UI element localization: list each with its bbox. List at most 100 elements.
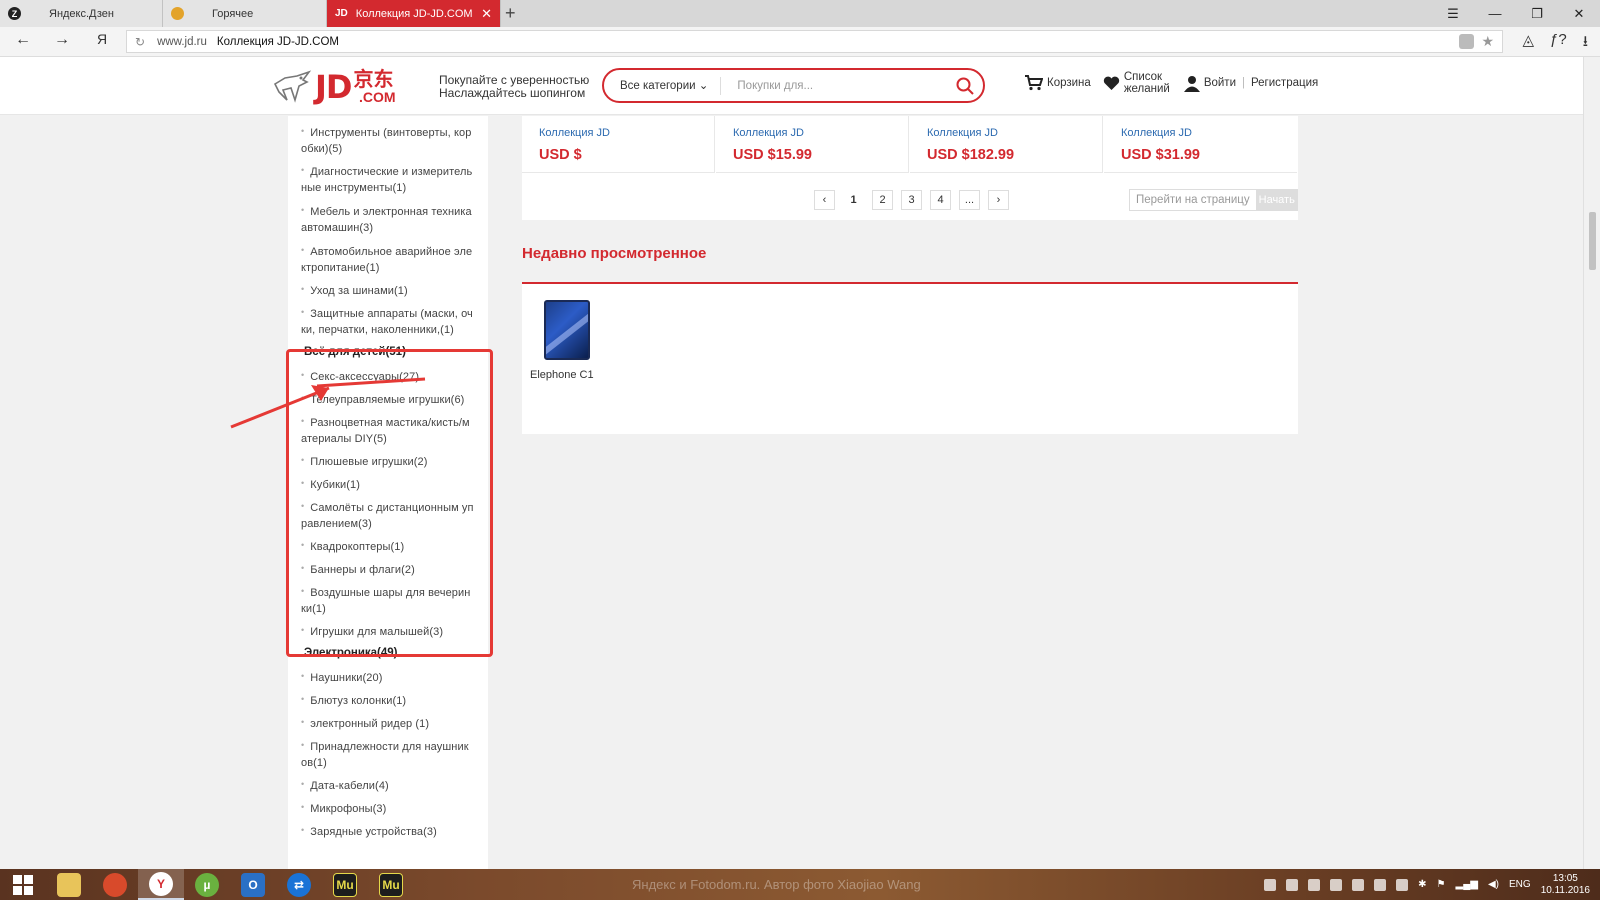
sidebar-item-electronics[interactable]: • Дата-кабели(4): [301, 778, 481, 794]
sidebar-item-electronics[interactable]: • Микрофоны(3): [301, 801, 481, 817]
tab-jd-collection[interactable]: JD Коллекция JD-JD.COM ✕: [327, 0, 501, 27]
sidebar-item-kids[interactable]: • Игрушки для малышей(3): [301, 624, 481, 640]
minimize-icon[interactable]: —: [1474, 0, 1516, 27]
recent-item-name[interactable]: Elephone C1: [530, 369, 594, 381]
tray-icon[interactable]: [1330, 878, 1343, 891]
sidebar-item[interactable]: • Уход за шинами(1): [301, 283, 481, 299]
taskbar-ccleaner[interactable]: [92, 869, 138, 900]
search-input[interactable]: Покупки для...: [721, 80, 947, 92]
sidebar-item-electronics[interactable]: • Зарядные устройства(3): [301, 824, 481, 840]
next-page-button[interactable]: ›: [988, 190, 1009, 210]
product-card[interactable]: Коллекция JD USD $31.99: [1104, 116, 1297, 173]
flag-icon[interactable]: ⚑: [1437, 879, 1446, 890]
product-image[interactable]: [544, 300, 590, 360]
url-field[interactable]: ↻ www.jd.ru Коллекция JD-JD.COM ★: [126, 30, 1503, 53]
prev-page-button[interactable]: ‹: [814, 190, 835, 210]
tray-icon[interactable]: [1396, 878, 1409, 891]
page-button[interactable]: 4: [930, 190, 951, 210]
sidebar-item-kids[interactable]: • Баннеры и флаги(2): [301, 562, 481, 578]
taskbar-teamviewer[interactable]: ⇄: [276, 869, 322, 900]
forward-arrow-icon[interactable]: →: [54, 31, 70, 49]
taskbar-muse-2[interactable]: Mu: [368, 869, 414, 900]
sidebar-item-kids[interactable]: • Кубики(1): [301, 477, 481, 493]
taskbar-outlook[interactable]: O: [230, 869, 276, 900]
sidebar-item[interactable]: • Мебель и электронная техника автомашин(3…: [301, 204, 481, 236]
product-card[interactable]: Коллекция JD USD $182.99: [910, 116, 1103, 173]
menu-icon[interactable]: ☰: [1432, 0, 1474, 27]
sidebar-item-kids[interactable]: • Разноцветная мастика/кисть/м атериалы DI…: [301, 415, 481, 447]
sidebar-item-kids[interactable]: • Секс-аксессуары(27): [301, 369, 481, 385]
product-price: USD $: [539, 147, 582, 163]
formula-icon[interactable]: ƒ?: [1550, 31, 1567, 56]
tray-icon[interactable]: [1352, 878, 1365, 891]
start-button[interactable]: [0, 869, 46, 900]
reload-icon[interactable]: ↻: [135, 35, 145, 49]
close-window-icon[interactable]: ✕: [1558, 0, 1600, 27]
product-brand[interactable]: Коллекция JD: [1121, 127, 1192, 139]
product-card[interactable]: Коллекция JD USD $: [522, 116, 715, 173]
jd-logo[interactable]: JD 京东 .COM: [273, 68, 396, 106]
bluetooth-icon[interactable]: ✱: [1418, 879, 1426, 890]
sidebar-item-kids[interactable]: • Квадрокоптеры(1): [301, 539, 481, 555]
wishlist-link[interactable]: Список желаний: [1103, 71, 1172, 95]
taskbar-yandex-browser[interactable]: Y: [138, 869, 184, 900]
sidebar-item-electronics[interactable]: • Наушники(20): [301, 670, 481, 686]
mail-icon[interactable]: [1286, 878, 1299, 891]
protect-icon[interactable]: ◬: [1523, 31, 1535, 56]
yandex-button[interactable]: Я: [97, 31, 107, 47]
page-button[interactable]: 3: [901, 190, 922, 210]
clock[interactable]: 13:05 10.11.2016: [1541, 873, 1590, 897]
tab-pikabu[interactable]: Горячее: [163, 0, 327, 27]
network-icon[interactable]: ▂▄▆: [1456, 879, 1478, 890]
sidebar-category-electronics[interactable]: Электроника(49): [304, 647, 398, 659]
close-tab-icon[interactable]: ✕: [481, 6, 492, 22]
page-button-current[interactable]: 1: [843, 190, 864, 210]
browser-tools: ◬ ƒ? ⭳: [1523, 31, 1589, 56]
sidebar-item[interactable]: • Автомобильное аварийное эле ктропитание(…: [301, 244, 481, 276]
logo-com: .COM: [359, 89, 396, 105]
product-brand[interactable]: Коллекция JD: [733, 127, 804, 139]
page-scrollbar[interactable]: [1583, 57, 1600, 869]
sidebar-item-kids[interactable]: • Воздушные шары для вечерин ки(1): [301, 585, 481, 617]
tray-icon[interactable]: [1308, 878, 1321, 891]
sidebar-item-kids[interactable]: • Самолёты с дистанционным уп равлением(3): [301, 500, 481, 532]
slogan: Покупайте с уверенностью Наслаждайтесь ш…: [439, 74, 589, 100]
search-icon[interactable]: [947, 77, 983, 95]
sidebar-item-kids[interactable]: • Телеуправляемые игрушки(6): [301, 392, 481, 408]
tray-icon[interactable]: [1264, 878, 1277, 891]
ccleaner-icon: [103, 872, 127, 897]
goto-page-input[interactable]: Перейти на страницу: [1129, 189, 1256, 211]
volume-icon[interactable]: ◀): [1488, 879, 1499, 890]
login-link[interactable]: Войти: [1183, 75, 1236, 92]
back-arrow-icon[interactable]: ←: [15, 31, 31, 49]
extension-icon[interactable]: [1459, 34, 1474, 49]
sidebar-item-electronics[interactable]: • электронный ридер (1): [301, 716, 481, 732]
goto-page-button[interactable]: Начать: [1255, 189, 1298, 211]
product-brand[interactable]: Коллекция JD: [539, 127, 610, 139]
cart-link[interactable]: Корзина: [1025, 75, 1091, 91]
sidebar-item-electronics[interactable]: • Блютуз колонки(1): [301, 693, 481, 709]
page-button[interactable]: 2: [872, 190, 893, 210]
language-indicator[interactable]: ENG: [1509, 879, 1531, 890]
sidebar-item[interactable]: • Диагностические и измеритель ные инструм…: [301, 164, 481, 196]
register-link[interactable]: Регистрация: [1251, 77, 1318, 89]
taskbar-utorrent[interactable]: µ: [184, 869, 230, 900]
bookmark-star-icon[interactable]: ★: [1481, 33, 1494, 50]
download-icon[interactable]: ⭳: [1583, 31, 1588, 56]
sidebar-category-kids[interactable]: Всё для детей(51): [304, 346, 406, 358]
restore-icon[interactable]: ❐: [1516, 0, 1558, 27]
utorrent-icon: µ: [195, 872, 219, 897]
sidebar-item[interactable]: • Инструменты (винтоверты, кор обки)(5): [301, 125, 481, 157]
taskbar-muse-1[interactable]: Mu: [322, 869, 368, 900]
category-dropdown[interactable]: Все категории ⌄: [604, 76, 722, 95]
product-card[interactable]: Коллекция JD USD $15.99: [716, 116, 909, 173]
scrollbar-thumb[interactable]: [1589, 212, 1596, 270]
product-brand[interactable]: Коллекция JD: [927, 127, 998, 139]
tab-yandex-zen[interactable]: Z Яндекс.Дзен: [0, 0, 163, 27]
sidebar-item[interactable]: • Защитные аппараты (маски, оч ки, перчатк…: [301, 306, 481, 338]
taskbar-explorer[interactable]: [46, 869, 92, 900]
tray-icon[interactable]: [1374, 878, 1387, 891]
new-tab-button[interactable]: +: [505, 3, 516, 24]
sidebar-item-electronics[interactable]: • Принадлежности для наушник ов(1): [301, 739, 481, 771]
sidebar-item-kids[interactable]: • Плюшевые игрушки(2): [301, 454, 481, 470]
